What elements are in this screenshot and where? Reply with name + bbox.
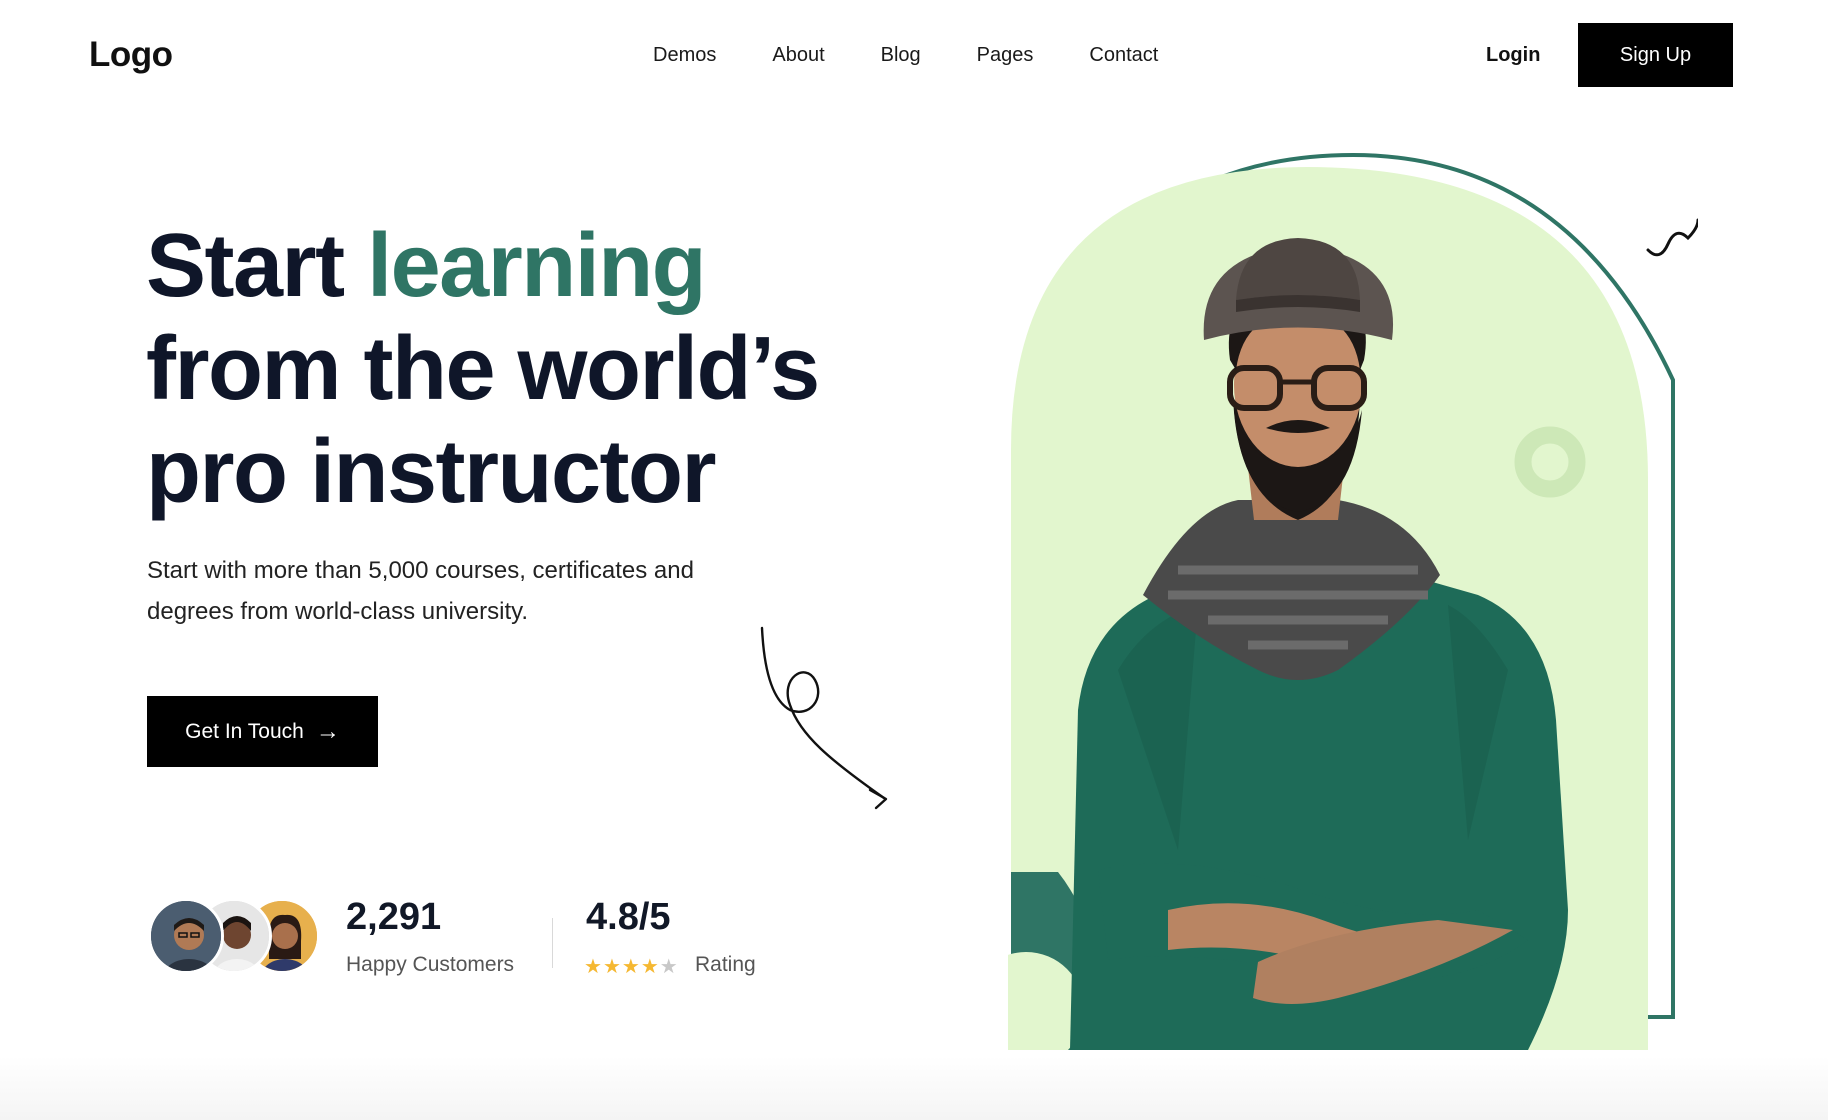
star-icon: ★ xyxy=(621,956,640,978)
star-icon: ★ xyxy=(584,956,602,978)
cta-label: Get In Touch xyxy=(185,719,304,743)
logo[interactable]: Logo xyxy=(89,35,173,75)
hero-headline: Start learning from the world’s pro inst… xyxy=(146,215,820,524)
customers-label: Happy Customers xyxy=(346,953,515,976)
nav-demos[interactable]: Demos xyxy=(653,44,716,67)
customers-count: 2,291 xyxy=(346,896,442,938)
star-icon: ★ xyxy=(602,956,621,978)
nav-blog[interactable]: Blog xyxy=(881,44,921,67)
signup-button[interactable]: Sign Up xyxy=(1578,23,1733,87)
bottom-fade xyxy=(0,1056,1828,1120)
get-in-touch-button[interactable]: Get In Touch → xyxy=(147,696,378,767)
arrow-right-icon: → xyxy=(315,717,340,745)
headline-line-2: from the world’s xyxy=(146,319,820,419)
main-nav: Demos About Blog Pages Contact xyxy=(653,44,1158,67)
rating-value: 4.8/5 xyxy=(586,896,671,938)
instructor-photo xyxy=(1008,152,1698,1050)
star-icon: ★ xyxy=(659,956,678,978)
customer-avatars xyxy=(148,898,320,974)
nav-contact[interactable]: Contact xyxy=(1089,44,1158,67)
squiggle-arrow-icon xyxy=(760,626,888,810)
headline-start: Start xyxy=(146,216,345,316)
star-icon: ★ xyxy=(640,956,659,978)
login-link[interactable]: Login xyxy=(1486,44,1540,67)
rating-stars: ★ ★ ★ ★ ★ xyxy=(584,954,678,979)
nav-about[interactable]: About xyxy=(772,44,824,67)
headline-accent: learning xyxy=(367,216,707,316)
headline-line-3: pro instructor xyxy=(146,422,717,522)
rating-label: Rating xyxy=(695,953,756,976)
stats-divider xyxy=(552,918,553,968)
avatar xyxy=(148,898,224,974)
landing-page: Logo Demos About Blog Pages Contact Logi… xyxy=(0,0,1828,1120)
nav-pages[interactable]: Pages xyxy=(977,44,1034,67)
hero-subtitle: Start with more than 5,000 courses, cert… xyxy=(147,557,694,625)
